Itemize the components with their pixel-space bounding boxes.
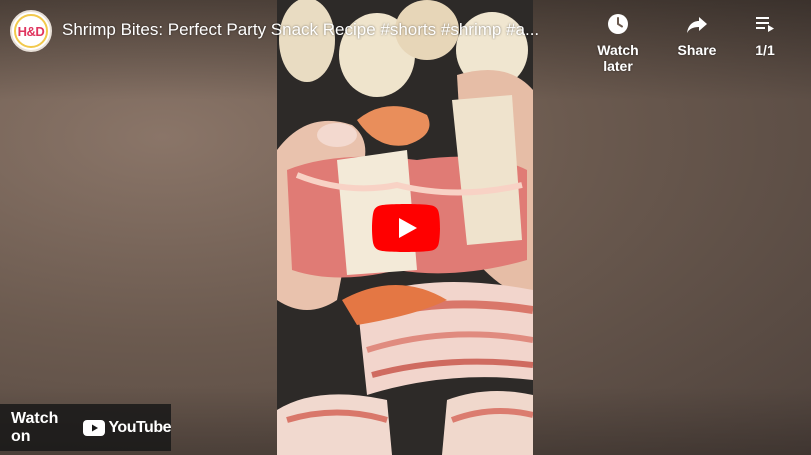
youtube-icon	[83, 419, 106, 436]
watch-later-label: Watch later	[597, 42, 639, 74]
playlist-button[interactable]: 1/1	[745, 12, 785, 58]
share-label: Share	[677, 42, 717, 58]
channel-avatar-text: H&D	[17, 23, 45, 39]
clock-icon	[608, 14, 628, 34]
play-icon	[372, 204, 440, 252]
video-title[interactable]: Shrimp Bites: Perfect Party Snack Recipe…	[62, 20, 572, 40]
channel-avatar[interactable]: H&D	[10, 10, 52, 52]
watch-on-youtube-button[interactable]: Watch on YouTube	[0, 404, 171, 451]
share-button[interactable]: Share	[672, 12, 722, 58]
youtube-logo: YouTube	[83, 419, 171, 437]
top-bar: H&D Shrimp Bites: Perfect Party Snack Re…	[0, 0, 811, 74]
watch-on-label: Watch on	[11, 409, 59, 445]
watch-later-button[interactable]: Watch later	[582, 12, 654, 74]
playlist-icon	[756, 17, 774, 32]
playlist-position: 1/1	[755, 42, 775, 58]
youtube-wordmark: YouTube	[108, 418, 171, 436]
share-arrow-icon	[687, 17, 707, 33]
play-button[interactable]	[372, 204, 440, 252]
